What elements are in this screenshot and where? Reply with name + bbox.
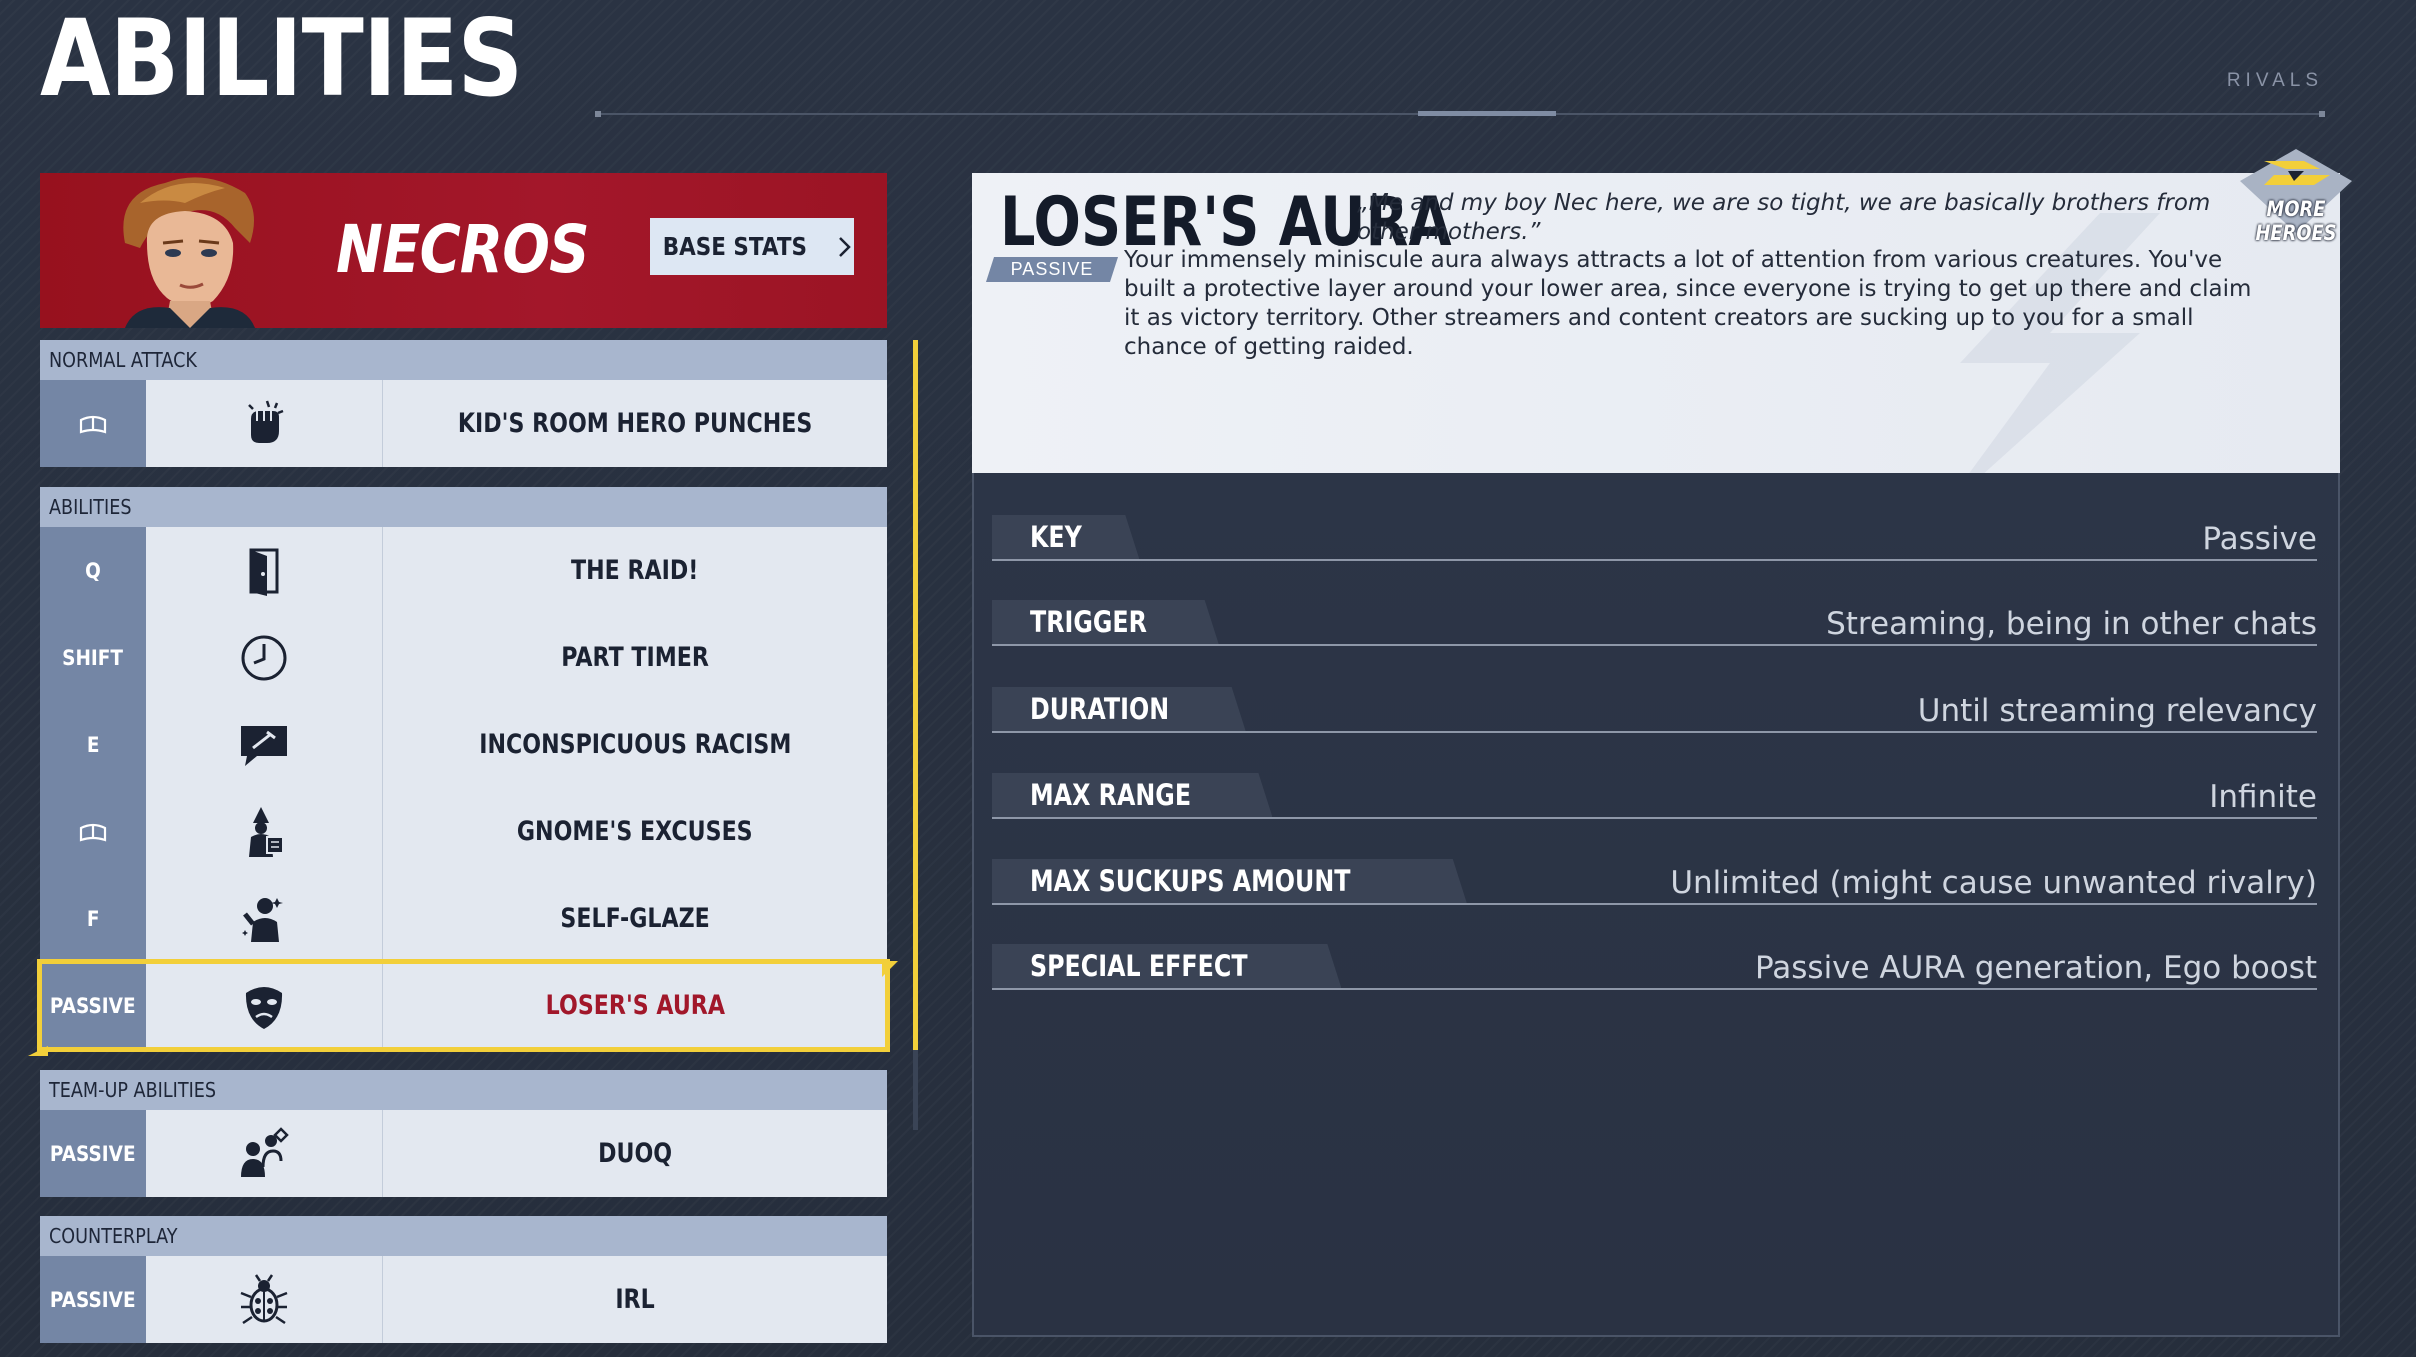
ability-name: INCONSPICUOUS RACISM	[478, 729, 792, 760]
ability-row-normal-attack[interactable]: KID'S ROOM HERO PUNCHES	[40, 380, 887, 467]
ability-row-duoq[interactable]: PASSIVE DUOQ	[40, 1110, 887, 1197]
ability-icon-cell	[146, 962, 383, 1049]
ability-row-gnomes-excuses[interactable]: GNOME'S EXCUSES	[40, 788, 887, 875]
door-icon	[249, 548, 279, 596]
ability-icon-cell	[146, 701, 383, 788]
ability-key	[40, 788, 146, 875]
stat-row-key: KEY Passive	[992, 515, 2317, 561]
ability-key: F	[40, 875, 146, 962]
mouse-icon	[79, 415, 107, 434]
ability-icon-cell	[146, 875, 383, 962]
stat-value: Streaming, being in other chats	[1826, 606, 2317, 642]
ability-key: PASSIVE	[40, 962, 146, 1049]
sad-mask-icon	[245, 986, 283, 1029]
ability-type-badge: PASSIVE	[986, 257, 1118, 282]
ability-icon-cell	[146, 1110, 383, 1197]
section-header-team-up: TEAM-UP ABILITIES	[40, 1070, 887, 1110]
mouse-icon	[79, 823, 107, 842]
stat-label: DURATION	[992, 687, 1246, 731]
stat-row-max-range: MAX RANGE Infinite	[992, 773, 2317, 819]
ability-list-scroll-thumb[interactable]	[913, 340, 918, 1050]
ability-icon-cell	[146, 1256, 383, 1343]
section-header-normal-attack: NORMAL ATTACK	[40, 340, 887, 380]
stat-label: KEY	[992, 515, 1139, 559]
fist-icon	[248, 400, 284, 443]
speech-bubble-icon	[241, 725, 287, 766]
ability-icon-cell	[146, 527, 383, 614]
ability-name: LOSER'S AURA	[545, 990, 725, 1021]
selection-marker	[28, 1046, 48, 1056]
ability-icon-cell	[146, 788, 383, 875]
bug-icon	[240, 1273, 288, 1324]
ability-stats-panel: KEY Passive TRIGGER Streaming, being in …	[972, 473, 2340, 1337]
ability-name: SELF-GLAZE	[560, 903, 710, 934]
ability-icon-cell	[146, 614, 383, 701]
hero-portrait	[123, 177, 255, 328]
clock-icon	[241, 635, 287, 680]
selfie-figure-icon	[242, 897, 283, 942]
ability-row-inconspicuous-racism[interactable]: E INCONSPICUOUS RACISM	[40, 701, 887, 788]
stat-value: Until streaming relevancy	[1917, 693, 2317, 729]
hero-banner: NECROS BASE STATS	[40, 173, 887, 328]
ability-name: KID'S ROOM HERO PUNCHES	[457, 408, 813, 439]
section-header-counterplay: COUNTERPLAY	[40, 1216, 887, 1256]
hero-name: NECROS	[336, 211, 589, 288]
ability-name: IRL	[615, 1284, 655, 1315]
gnome-icon	[249, 806, 284, 857]
ability-key	[40, 380, 146, 467]
stat-row-special-effect: SPECIAL EFFECT Passive AURA generation, …	[992, 944, 2317, 990]
header-divider-accent	[1418, 111, 1556, 116]
stat-row-trigger: TRIGGER Streaming, being in other chats	[992, 600, 2317, 646]
stat-value: Unlimited (might cause unwanted rivalry)	[1670, 865, 2317, 901]
stat-label: TRIGGER	[992, 600, 1219, 644]
ability-detail-card: LOSER'S AURA „Me and my boy Nec here, we…	[972, 173, 2340, 473]
ability-name: THE RAID!	[571, 555, 699, 586]
page-title: ABILITIES	[40, 0, 523, 120]
brand-label: RIVALS	[2226, 70, 2323, 91]
stat-label: MAX SUCKUPS AMOUNT	[992, 859, 1467, 903]
ability-name: DUOQ	[597, 1138, 673, 1169]
ability-name: GNOME'S EXCUSES	[517, 816, 753, 847]
stat-value: Passive	[2202, 521, 2317, 557]
stat-row-duration: DURATION Until streaming relevancy	[992, 687, 2317, 733]
chevron-right-icon	[839, 236, 851, 257]
stat-value: Infinite	[2209, 779, 2317, 815]
ability-description: Your immensely miniscule aura always att…	[1124, 247, 2252, 360]
ability-row-the-raid[interactable]: Q THE RAID!	[40, 527, 887, 614]
ability-key: PASSIVE	[40, 1110, 146, 1197]
base-stats-label: BASE STATS	[662, 232, 808, 261]
selection-marker-right	[882, 961, 898, 977]
stat-value: Passive AURA generation, Ego boost	[1754, 950, 2317, 986]
ability-key: Q	[40, 527, 146, 614]
stat-label: SPECIAL EFFECT	[992, 944, 1341, 988]
section-header-abilities: ABILITIES	[40, 487, 887, 527]
ability-row-losers-aura[interactable]: PASSIVE LOSER'S AURA	[37, 959, 890, 1052]
ability-key: SHIFT	[40, 614, 146, 701]
ability-key: PASSIVE	[40, 1256, 146, 1343]
stat-label: MAX RANGE	[992, 773, 1272, 817]
base-stats-button[interactable]: BASE STATS	[650, 218, 854, 275]
ability-name: PART TIMER	[561, 642, 709, 673]
ability-row-part-timer[interactable]: SHIFT PART TIMER	[40, 614, 887, 701]
ability-icon-cell	[146, 380, 383, 467]
ability-key: E	[40, 701, 146, 788]
more-heroes-logo-text: MORE HEROES	[2255, 197, 2337, 245]
ability-row-irl[interactable]: PASSIVE IRL	[40, 1256, 887, 1343]
stat-row-max-suckups-amount: MAX SUCKUPS AMOUNT Unlimited (might caus…	[992, 859, 2317, 905]
duo-icon	[241, 1126, 289, 1177]
ability-row-self-glaze[interactable]: F SELF-GLAZE	[40, 875, 887, 962]
ability-quote: „Me and my boy Nec here, we are so tight…	[1357, 190, 2211, 245]
